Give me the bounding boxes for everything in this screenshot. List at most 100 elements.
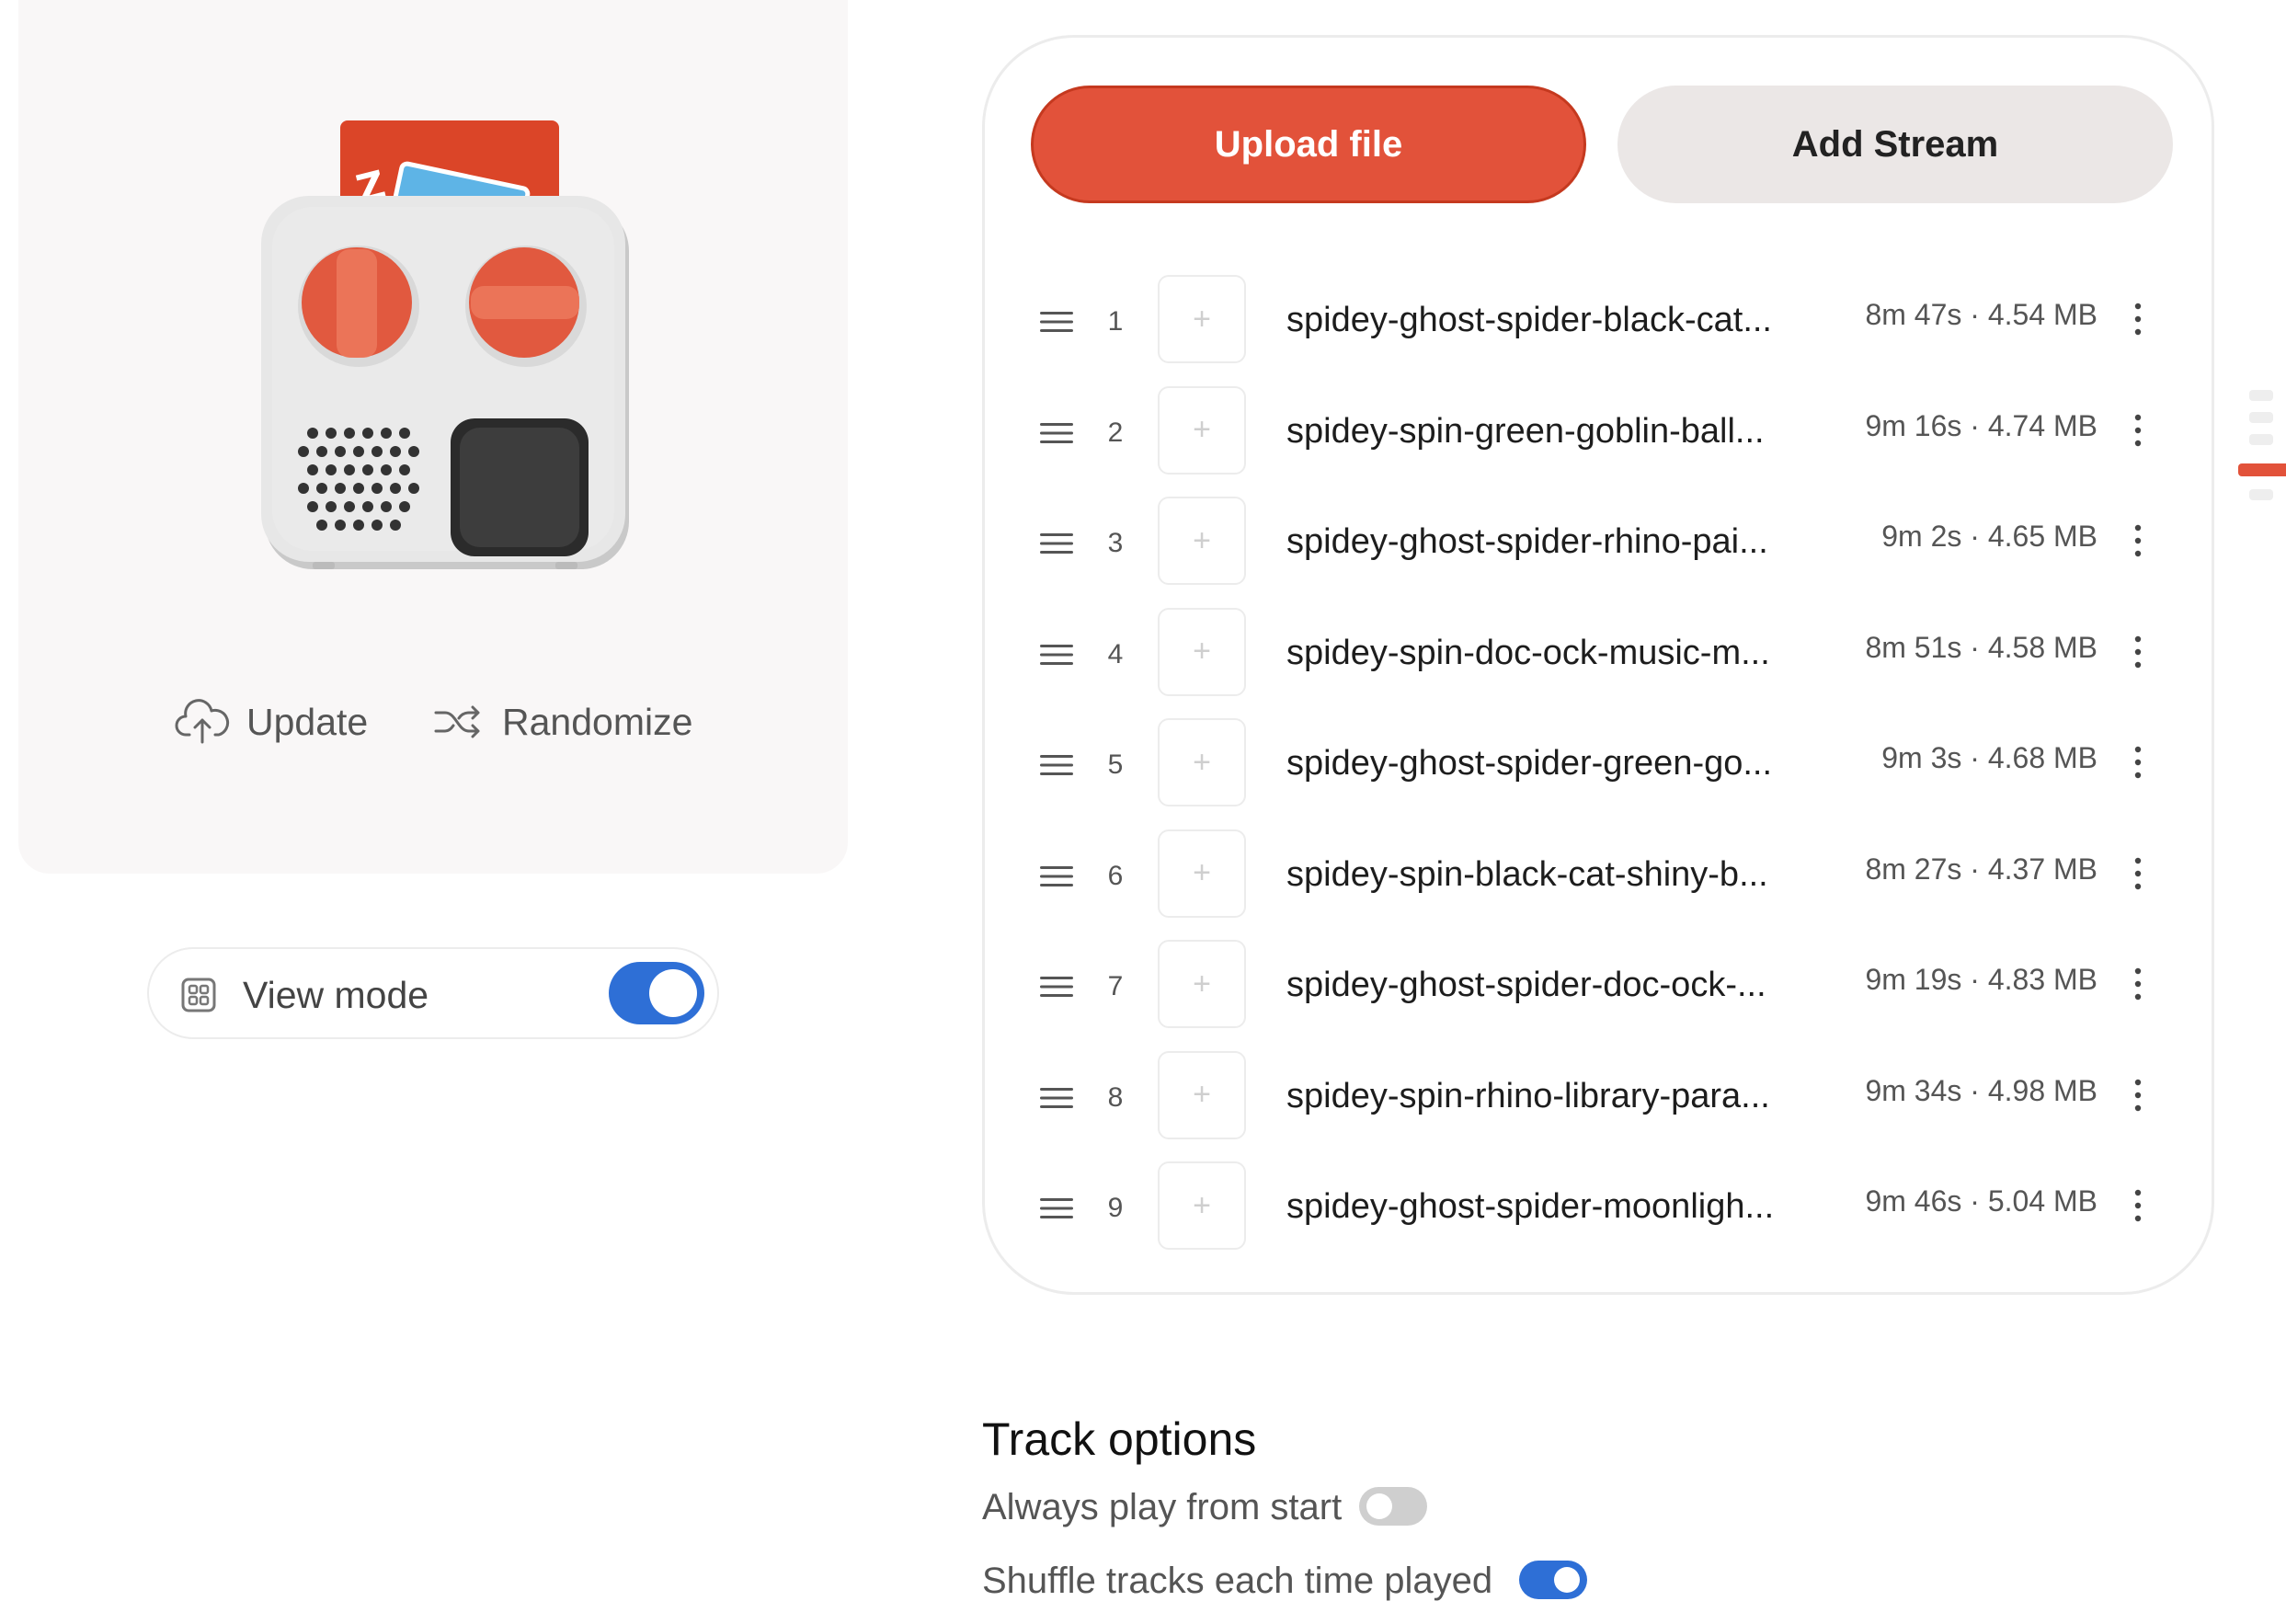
track-number: 6: [1107, 860, 1124, 891]
track-number: 4: [1107, 638, 1124, 669]
track-number: 3: [1107, 528, 1124, 558]
track-row[interactable]: 9 + spidey-ghost-spider-moonligh... 9m 46s …: [985, 1161, 2212, 1263]
upload-file-button[interactable]: Upload file: [1031, 86, 1586, 203]
plus-icon: +: [1193, 412, 1211, 447]
add-artwork-button[interactable]: +: [1158, 1050, 1246, 1139]
more-vertical-icon[interactable]: [2129, 1075, 2147, 1115]
grid-icon: [181, 978, 216, 1012]
drag-handle-icon[interactable]: [1040, 753, 1073, 777]
drag-handle-icon[interactable]: [1040, 643, 1073, 667]
track-meta: 9m 16s · 4.74 MB: [1865, 408, 2097, 442]
scroll-position-marker: [2238, 463, 2286, 476]
plus-icon: +: [1193, 744, 1211, 780]
more-vertical-icon[interactable]: [2129, 299, 2147, 339]
view-mode-toggle[interactable]: [609, 962, 704, 1024]
drag-handle-icon[interactable]: [1040, 532, 1073, 555]
add-artwork-button[interactable]: +: [1158, 497, 1246, 585]
track-meta: 9m 3s · 4.68 MB: [1881, 741, 2097, 774]
add-artwork-button[interactable]: +: [1158, 829, 1246, 918]
plus-icon: +: [1193, 966, 1211, 1001]
update-button[interactable]: Update: [175, 694, 368, 749]
track-title[interactable]: spidey-ghost-spider-doc-ock-...: [1286, 962, 1801, 1008]
track-title[interactable]: spidey-ghost-spider-green-go...: [1286, 740, 1801, 786]
more-vertical-icon[interactable]: [2129, 853, 2147, 894]
track-title[interactable]: spidey-spin-green-goblin-ball...: [1286, 408, 1801, 454]
track-row[interactable]: 2 + spidey-spin-green-goblin-ball... 9m 16s…: [985, 385, 2212, 487]
track-panel: Upload file Add Stream 1 + spidey-ghost-sp…: [982, 35, 2214, 1295]
more-vertical-icon[interactable]: [2129, 742, 2147, 783]
drag-handle-icon[interactable]: [1040, 1086, 1073, 1110]
scroll-tick: [2249, 412, 2273, 423]
scroll-tick: [2249, 390, 2273, 401]
track-title[interactable]: spidey-ghost-spider-rhino-pai...: [1286, 519, 1801, 565]
randomize-label: Randomize: [502, 700, 693, 743]
scroll-tick: [2249, 489, 2273, 500]
plus-icon: +: [1193, 301, 1211, 337]
add-artwork-button[interactable]: +: [1158, 385, 1246, 475]
add-artwork-button[interactable]: +: [1158, 275, 1246, 363]
plus-icon: +: [1193, 1187, 1211, 1223]
track-meta: 8m 51s · 4.58 MB: [1865, 630, 2097, 664]
track-title[interactable]: spidey-spin-rhino-library-para...: [1286, 1073, 1801, 1119]
track-meta: 9m 34s · 4.98 MB: [1865, 1073, 2097, 1107]
track-row[interactable]: 1 + spidey-ghost-spider-black-cat... 8m 47s…: [985, 275, 2212, 376]
shuffle-tracks-toggle[interactable]: [1519, 1561, 1587, 1599]
shuffle-tracks-label: Shuffle tracks each time played: [982, 1561, 1493, 1601]
track-number: 5: [1107, 749, 1124, 780]
track-meta: 9m 19s · 4.83 MB: [1865, 963, 2097, 996]
more-vertical-icon[interactable]: [2129, 1185, 2147, 1226]
randomize-button[interactable]: Randomize: [430, 694, 692, 749]
track-row[interactable]: 6 + spidey-spin-black-cat-shiny-b... 8m 27s…: [985, 829, 2212, 931]
view-mode-label: View mode: [243, 974, 429, 1016]
track-title[interactable]: spidey-spin-black-cat-shiny-b...: [1286, 852, 1801, 898]
plus-icon: +: [1193, 522, 1211, 558]
update-label: Update: [246, 700, 369, 743]
track-row[interactable]: 8 + spidey-spin-rhino-library-para... 9m 34…: [985, 1050, 2212, 1152]
view-mode-control: View mode: [147, 947, 719, 1039]
drag-handle-icon[interactable]: [1040, 975, 1073, 999]
plus-icon: +: [1193, 634, 1211, 669]
track-row[interactable]: 5 + spidey-ghost-spider-green-go... 9m 3s ·…: [985, 718, 2212, 819]
shuffle-tracks-option: Shuffle tracks each time played: [982, 1555, 1810, 1607]
track-row[interactable]: 3 + spidey-ghost-spider-rhino-pai... 9m 2s …: [985, 497, 2212, 598]
scroll-tick: [2249, 434, 2273, 445]
toggle-knob: [1366, 1493, 1392, 1519]
add-artwork-button[interactable]: +: [1158, 607, 1246, 696]
device-card: Z Update Randomize: [18, 0, 848, 874]
add-artwork-button[interactable]: +: [1158, 940, 1246, 1028]
track-number: 9: [1107, 1193, 1124, 1223]
track-title[interactable]: spidey-ghost-spider-black-cat...: [1286, 297, 1801, 343]
track-title[interactable]: spidey-spin-doc-ock-music-m...: [1286, 630, 1801, 676]
track-meta: 8m 27s · 4.37 MB: [1865, 852, 2097, 886]
more-vertical-icon[interactable]: [2129, 964, 2147, 1004]
drag-handle-icon[interactable]: [1040, 1196, 1073, 1220]
track-title[interactable]: spidey-ghost-spider-moonligh...: [1286, 1184, 1801, 1229]
track-options-heading: Track options: [982, 1413, 1257, 1465]
cloud-upload-icon: [175, 699, 230, 744]
track-number: 7: [1107, 971, 1124, 1001]
toggle-knob: [1554, 1567, 1580, 1593]
track-number: 1: [1107, 306, 1124, 337]
track-meta: 8m 47s · 4.54 MB: [1865, 298, 2097, 331]
drag-handle-icon[interactable]: [1040, 310, 1073, 334]
always-play-from-start-label: Always play from start: [982, 1487, 1343, 1527]
track-number: 2: [1107, 417, 1124, 448]
more-vertical-icon[interactable]: [2129, 632, 2147, 672]
track-row[interactable]: 7 + spidey-ghost-spider-doc-ock-... 9m 19s …: [985, 940, 2212, 1041]
always-play-from-start-option: Always play from start: [982, 1481, 1534, 1533]
toggle-knob: [649, 969, 697, 1017]
more-vertical-icon[interactable]: [2129, 410, 2147, 451]
plus-icon: +: [1193, 1077, 1211, 1112]
add-stream-button[interactable]: Add Stream: [1617, 86, 2173, 203]
track-row[interactable]: 4 + spidey-spin-doc-ock-music-m... 8m 51s ·…: [985, 607, 2212, 709]
track-meta: 9m 46s · 5.04 MB: [1865, 1184, 2097, 1218]
drag-handle-icon[interactable]: [1040, 864, 1073, 888]
add-artwork-button[interactable]: +: [1158, 718, 1246, 806]
plus-icon: +: [1193, 855, 1211, 890]
more-vertical-icon[interactable]: [2129, 520, 2147, 561]
always-play-from-start-toggle[interactable]: [1359, 1487, 1427, 1526]
drag-handle-icon[interactable]: [1040, 421, 1073, 445]
player-device-illustration: Z: [261, 120, 629, 569]
add-artwork-button[interactable]: +: [1158, 1161, 1246, 1250]
track-meta: 9m 2s · 4.65 MB: [1881, 520, 2097, 553]
